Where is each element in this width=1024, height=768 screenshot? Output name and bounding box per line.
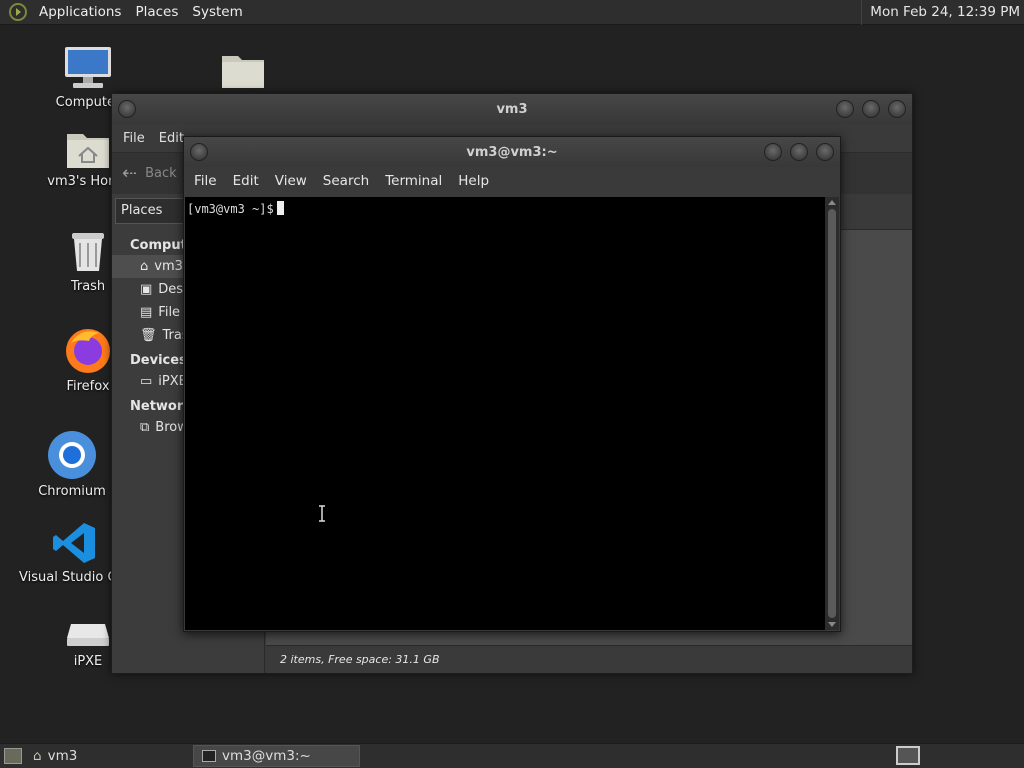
home-icon: ⌂ bbox=[140, 259, 149, 274]
minimize-button[interactable] bbox=[836, 100, 854, 118]
trash-small-icon: 🗑 bbox=[140, 328, 157, 343]
desktop-icon-label: Firefox bbox=[66, 379, 110, 394]
filesystem-icon: ▤ bbox=[140, 305, 153, 320]
term-menu-view[interactable]: View bbox=[267, 173, 315, 189]
drive-icon bbox=[67, 624, 109, 646]
terminal-icon bbox=[202, 750, 216, 762]
places-menu[interactable]: Places bbox=[128, 0, 185, 25]
terminal-cursor bbox=[276, 201, 284, 215]
window-menu-button[interactable] bbox=[190, 143, 208, 161]
panel-menu: Applications Places System bbox=[0, 0, 250, 25]
window-menu-button[interactable] bbox=[118, 100, 136, 118]
chromium-icon bbox=[48, 431, 96, 479]
network-icon: ⧉ bbox=[140, 420, 150, 435]
applications-menu[interactable]: Applications bbox=[32, 0, 128, 25]
terminal-text-area[interactable]: [vm3@vm3 ~]$ bbox=[185, 197, 827, 630]
maximize-button[interactable] bbox=[862, 100, 880, 118]
back-arrow-icon[interactable]: ⇠ bbox=[122, 163, 137, 184]
terminal-titlebar[interactable]: vm3@vm3:~ bbox=[184, 137, 840, 167]
computer-icon bbox=[65, 47, 111, 88]
back-button[interactable]: Back bbox=[145, 166, 177, 181]
fm-titlebar[interactable]: vm3 bbox=[112, 94, 912, 124]
desktop-icon-label: iPXE bbox=[73, 654, 103, 669]
vscode-icon bbox=[53, 523, 95, 563]
firefox-icon bbox=[66, 329, 110, 373]
scrollbar-thumb[interactable] bbox=[828, 209, 836, 618]
folder-icon bbox=[222, 56, 264, 88]
taskbar-item-terminal[interactable]: vm3@vm3:~ bbox=[193, 745, 360, 767]
trash-icon bbox=[72, 233, 104, 271]
term-menu-terminal[interactable]: Terminal bbox=[377, 173, 450, 189]
minimize-button[interactable] bbox=[764, 143, 782, 161]
term-menu-edit[interactable]: Edit bbox=[225, 173, 267, 189]
top-panel: Applications Places System Mon Feb 24, 1… bbox=[0, 0, 1024, 25]
bottom-panel: ⌂ vm3 vm3@vm3:~ bbox=[0, 743, 1024, 768]
fm-statusbar: 2 items, Free space: 31.1 GB bbox=[266, 645, 912, 673]
term-menu-search[interactable]: Search bbox=[315, 173, 377, 189]
taskbar-item-file-manager[interactable]: ⌂ vm3 bbox=[25, 745, 190, 767]
terminal-scrollbar[interactable] bbox=[825, 197, 839, 630]
maximize-button[interactable] bbox=[790, 143, 808, 161]
terminal-prompt: [vm3@vm3 ~]$ bbox=[187, 202, 274, 216]
desktop-icon: ▣ bbox=[140, 282, 153, 297]
terminal-window[interactable]: vm3@vm3:~ File Edit View Search Terminal… bbox=[183, 136, 841, 632]
close-button[interactable] bbox=[816, 143, 834, 161]
desktop-icon-folder[interactable] bbox=[188, 48, 298, 90]
close-button[interactable] bbox=[888, 100, 906, 118]
term-menu-help[interactable]: Help bbox=[450, 173, 497, 189]
fm-title: vm3 bbox=[496, 101, 528, 117]
desktop-icon-label: Chromium bbox=[38, 484, 106, 499]
scroll-up-arrow-icon[interactable] bbox=[828, 200, 836, 205]
clock[interactable]: Mon Feb 24, 12:39 PM bbox=[861, 0, 1020, 25]
scroll-down-arrow-icon[interactable] bbox=[828, 622, 836, 627]
text-cursor-icon bbox=[319, 505, 325, 522]
show-desktop-icon[interactable] bbox=[4, 748, 22, 764]
system-menu[interactable]: System bbox=[185, 0, 249, 25]
workspace-switcher[interactable] bbox=[896, 746, 920, 765]
terminal-menubar: File Edit View Search Terminal Help bbox=[184, 167, 840, 195]
fm-menu-file[interactable]: File bbox=[116, 131, 152, 146]
drive-small-icon: ▭ bbox=[140, 374, 153, 389]
distro-logo-icon[interactable] bbox=[7, 2, 29, 22]
term-menu-file[interactable]: File bbox=[186, 173, 225, 189]
desktop-icon-label: Trash bbox=[70, 279, 106, 294]
folder-icon: ⌂ bbox=[33, 748, 42, 764]
terminal-title: vm3@vm3:~ bbox=[466, 144, 558, 160]
home-folder-icon bbox=[67, 134, 109, 168]
